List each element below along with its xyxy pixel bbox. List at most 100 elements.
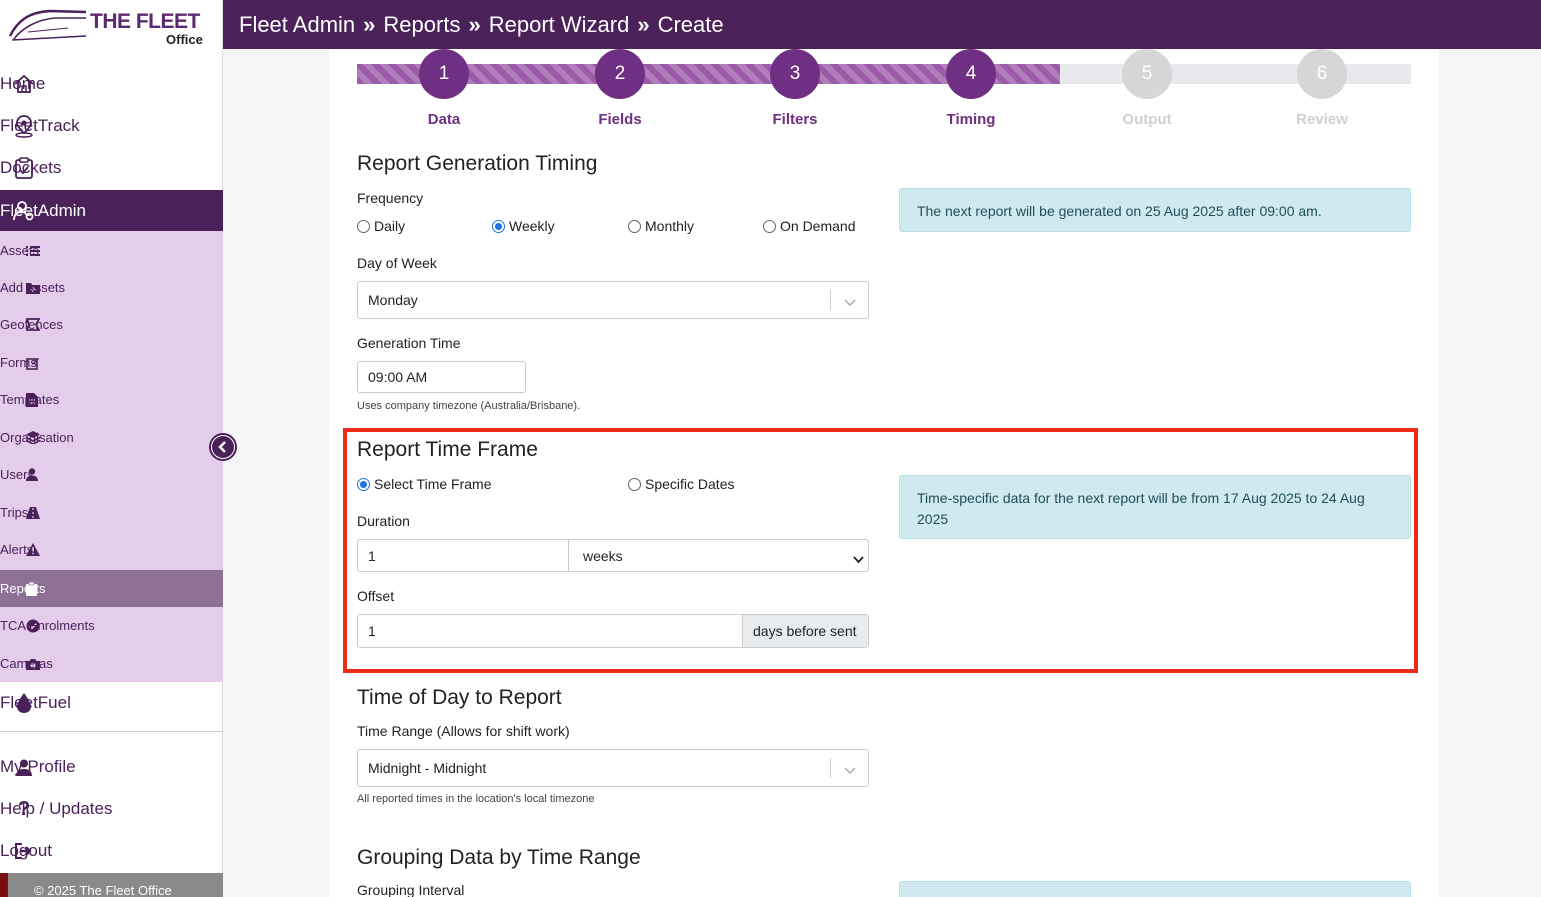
sub-assets[interactable]: Assets (0, 232, 223, 269)
crumb-separator: » (468, 11, 481, 37)
section-title-time-frame: Report Time Frame (357, 438, 538, 461)
sub-forms[interactable]: Forms (0, 344, 223, 381)
radio-specific-dates-label: Specific Dates (645, 476, 735, 492)
duration-value: 1 (368, 547, 376, 564)
radio-daily[interactable]: Daily (357, 218, 405, 234)
offset-input[interactable]: 1 (357, 614, 744, 648)
sub-geofences[interactable]: Geofences (0, 306, 223, 343)
wizard-progress-bar (357, 64, 1411, 84)
crumb-reports[interactable]: Reports (383, 12, 460, 38)
wizard-step-timing-circle[interactable]: 4 (946, 49, 996, 99)
sub-reports[interactable]: Reports (0, 570, 223, 607)
nav-fleettrack[interactable]: FleetTrack (0, 105, 223, 147)
radio-specific-dates[interactable]: Specific Dates (628, 476, 734, 492)
time-range-value: Midnight - Midnight (368, 760, 487, 776)
sub-reports-label: Reports (0, 581, 46, 596)
radio-dot[interactable] (763, 219, 776, 233)
sub-users[interactable]: Users (0, 456, 223, 493)
wizard-step-output-label[interactable]: Output (1087, 111, 1207, 128)
crumb-create: Create (657, 11, 724, 37)
nav-home[interactable]: Home (0, 63, 223, 105)
sub-forms-label: Forms (0, 355, 37, 370)
crumb-fleet-admin[interactable]: Fleet Admin (239, 12, 355, 38)
day-of-week-select[interactable]: Monday (357, 281, 869, 319)
sub-alerts-label: Alerts (0, 542, 34, 557)
select-separator (830, 290, 831, 310)
generation-time-input[interactable]: 09:00 AM (357, 361, 526, 393)
wizard-step-fields-label[interactable]: Fields (560, 111, 680, 128)
sub-trips-label: Trips (0, 505, 29, 520)
wizard-step-data-circle[interactable]: 1 (419, 49, 469, 99)
nav-logout[interactable]: Logout (0, 830, 223, 872)
sub-add-assets[interactable]: Add Assets (0, 269, 223, 306)
frequency-label: Frequency (357, 190, 424, 206)
sub-geofences-label: Geofences (0, 317, 63, 332)
wizard-step-review-circle[interactable]: 6 (1297, 49, 1347, 99)
section-title-generation-timing: Report Generation Timing (357, 152, 598, 175)
wizard-step-output-circle[interactable]: 5 (1122, 49, 1172, 99)
radio-dot[interactable] (628, 477, 641, 491)
wizard-step-review-label[interactable]: Review (1262, 111, 1382, 128)
offset-value: 1 (368, 623, 376, 639)
nav-help-updates[interactable]: ? Help / Updates (0, 788, 223, 830)
radio-monthly-label: Monthly (645, 218, 695, 234)
sub-alerts[interactable]: Alerts (0, 531, 223, 568)
crumb-separator: » (363, 11, 376, 37)
nav-fleetfuel-label: FleetFuel (0, 693, 71, 712)
car-logo-icon (8, 9, 87, 41)
radio-dot-selected[interactable] (492, 219, 505, 233)
copyright-text: © 2025 The Fleet Office (34, 883, 172, 897)
radio-weekly[interactable]: Weekly (492, 218, 555, 234)
sub-templates[interactable]: Templates (0, 381, 223, 418)
day-of-week-value: Monday (368, 292, 418, 308)
nav-fleettrack-label: FleetTrack (0, 116, 80, 135)
brand-logo[interactable]: THE FLEET Office (0, 0, 222, 49)
time-range-select[interactable]: Midnight - Midnight (357, 749, 869, 787)
sub-templates-label: Templates (0, 392, 60, 407)
wizard-step-data-label[interactable]: Data (384, 111, 504, 128)
radio-dot[interactable] (628, 219, 641, 233)
chevron-left-icon (212, 436, 234, 458)
sub-organisation-label: Organisation (0, 430, 74, 445)
duration-input[interactable]: 1 (357, 539, 569, 572)
radio-dot[interactable] (357, 219, 370, 233)
sidebar-collapse-button[interactable] (209, 433, 237, 461)
select-separator (830, 758, 831, 778)
offset-suffix: days before sent (742, 614, 869, 648)
radio-monthly[interactable]: Monthly (628, 218, 694, 234)
sub-trips[interactable]: Trips (0, 494, 223, 531)
nav-fleetfuel[interactable]: FleetFuel (0, 682, 223, 724)
nav-dockets[interactable]: Dockets (0, 147, 223, 189)
radio-dot-selected[interactable] (357, 477, 370, 491)
timezone-help-text: Uses company timezone (Australia/Brisban… (357, 400, 581, 412)
day-of-week-label: Day of Week (357, 255, 437, 271)
local-timezone-help-text: All reported times in the location's loc… (357, 793, 595, 805)
grouping-interval-label: Grouping Interval (357, 882, 465, 897)
duration-unit-value: weeks (583, 547, 623, 564)
duration-unit-select[interactable]: weeks (568, 539, 869, 572)
breadcrumb: Fleet Admin » Reports » Report Wizard » … (223, 0, 1541, 49)
crumb-report-wizard[interactable]: Report Wizard (489, 12, 630, 38)
wizard-step-filters-label[interactable]: Filters (735, 111, 855, 128)
sub-organisation[interactable]: Organisation (0, 419, 223, 456)
nav-dockets-label: Dockets (0, 158, 62, 177)
brand-name: THE FLEET (90, 10, 200, 33)
offset-suffix-text: days before sent (753, 623, 857, 639)
sub-tca-enrolments[interactable]: TCA Enrolments (0, 607, 223, 644)
next-report-info-text: The next report will be generated on 25 … (917, 203, 1322, 219)
nav-my-profile[interactable]: My Profile (0, 746, 223, 788)
radio-select-time-frame[interactable]: Select Time Frame (357, 476, 491, 492)
nav-fleetadmin[interactable]: FleetAdmin (0, 190, 223, 232)
time-frame-info-text: Time-specific data for the next report w… (917, 490, 1365, 527)
wizard-step-filters-circle[interactable]: 3 (770, 49, 820, 99)
wizard-step-fields-circle[interactable]: 2 (595, 49, 645, 99)
radio-on-demand-label: On Demand (780, 218, 856, 234)
nav-help-updates-label: Help / Updates (0, 799, 113, 818)
generation-time-value: 09:00 AM (368, 369, 428, 385)
time-range-label: Time Range (Allows for shift work) (357, 723, 570, 739)
sub-assets-label: Assets (0, 243, 40, 258)
wizard-step-timing-label[interactable]: Timing (911, 111, 1031, 128)
section-title-grouping: Grouping Data by Time Range (357, 846, 641, 869)
sub-cameras[interactable]: Cameras (0, 645, 223, 682)
radio-on-demand[interactable]: On Demand (763, 218, 855, 234)
